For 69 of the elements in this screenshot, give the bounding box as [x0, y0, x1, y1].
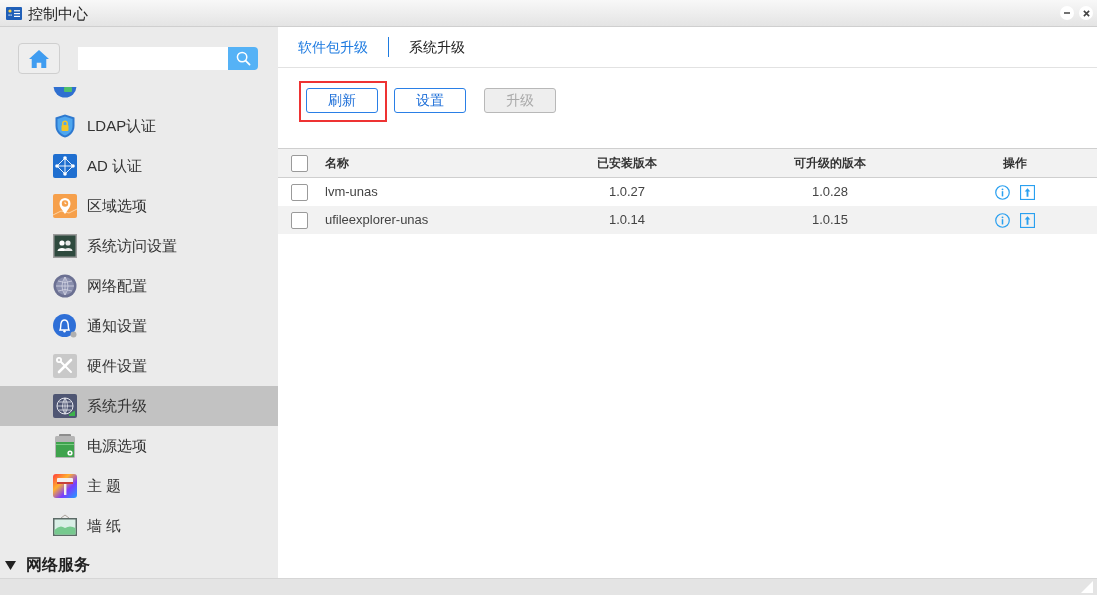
home-button[interactable] — [18, 43, 60, 74]
picture-frame-icon — [53, 514, 77, 538]
sidebar-item[interactable]: 墙 纸 — [0, 506, 278, 546]
network-nodes-icon — [53, 154, 77, 178]
globe-icon — [53, 394, 77, 418]
sidebar-item-label: LDAP认证 — [87, 115, 157, 136]
sidebar-item[interactable]: 系统访问设置 — [0, 226, 278, 266]
sidebar-item-label: 主 题 — [87, 475, 122, 496]
sidebar-item-label: AD 认证 — [87, 155, 142, 176]
sidebar-item[interactable]: AD 认证 — [0, 146, 278, 186]
column-header: 已安装版本 — [597, 155, 657, 172]
sidebar-item-label: 系统升级 — [87, 395, 147, 416]
sidebar-item[interactable]: 电源选项 — [0, 426, 278, 466]
sidebar-item-label: 通知设置 — [87, 315, 147, 336]
sidebar-item-label: 电源选项 — [87, 435, 147, 456]
table-cell-text: lvm-unas — [325, 183, 378, 202]
shield-lock-icon — [53, 114, 77, 138]
toolbar-button[interactable]: 设置 — [394, 88, 466, 113]
sidebar-item-label: 硬件设置 — [87, 355, 147, 376]
section-header[interactable]: 网络服务 — [0, 546, 278, 578]
sidebar-item[interactable]: 网络配置 — [0, 266, 278, 306]
tools-icon — [53, 354, 77, 378]
sidebar-item[interactable]: 系统升级 — [0, 386, 278, 426]
table-cell-text: 1.0.15 — [811, 211, 849, 230]
column-header: 操作 — [1003, 155, 1027, 172]
battery-icon — [53, 434, 77, 458]
search-field[interactable] — [78, 47, 228, 70]
tab[interactable]: 软件包升级 — [298, 36, 368, 58]
minimize-button[interactable] — [1060, 6, 1074, 20]
checkbox[interactable] — [291, 154, 308, 172]
tab[interactable]: 系统升级 — [409, 36, 465, 58]
paint-roller-icon — [53, 474, 77, 498]
checkbox[interactable] — [291, 183, 308, 201]
table-cell-text: 1.0.28 — [811, 183, 849, 202]
sidebar-item[interactable]: LDAP认证 — [0, 106, 278, 146]
search-button[interactable] — [228, 47, 258, 70]
table-cell-text: ufileexplorer-unas — [325, 211, 429, 230]
table-cell-text: 1.0.27 — [608, 183, 646, 202]
users-icon — [53, 234, 77, 258]
sidebar-item-label: 区域选项 — [87, 195, 147, 216]
upload-icon[interactable] — [1020, 212, 1035, 228]
sidebar-item[interactable]: 主 题 — [0, 466, 278, 506]
sidebar-item-label: 网络配置 — [87, 275, 147, 296]
sidebar-item[interactable]: 通知设置 — [0, 306, 278, 346]
window-title: 控制中心 — [28, 5, 88, 21]
table-row[interactable]: ufileexplorer-unas 1.0.14 1.0.15 — [278, 206, 1097, 234]
map-pin-icon — [53, 194, 77, 218]
control-panel-icon — [6, 6, 22, 20]
globe-icon — [53, 274, 77, 298]
section-label: 网络服务 — [26, 555, 90, 575]
search-icon — [235, 51, 251, 66]
bell-icon — [53, 314, 77, 338]
checkbox[interactable] — [291, 211, 308, 229]
info-icon[interactable] — [995, 184, 1010, 200]
minimize-icon — [1063, 10, 1071, 16]
upload-icon[interactable] — [1020, 184, 1035, 200]
column-header: 可升级的版本 — [794, 155, 866, 172]
resize-grip-icon[interactable] — [1081, 581, 1093, 593]
table-cell-text: 1.0.14 — [608, 211, 646, 230]
close-icon — [1082, 9, 1090, 17]
sidebar-item-label: 墙 纸 — [87, 515, 122, 536]
sidebar-item-label: 系统访问设置 — [87, 235, 177, 256]
info-icon[interactable] — [995, 212, 1010, 228]
close-button[interactable] — [1079, 6, 1093, 20]
home-icon — [28, 48, 50, 69]
toolbar-button[interactable]: 刷新 — [306, 88, 378, 113]
sidebar-item[interactable]: 区域选项 — [0, 186, 278, 226]
sidebar-item[interactable]: 硬件设置 — [0, 346, 278, 386]
column-header: 名称 — [325, 155, 349, 172]
